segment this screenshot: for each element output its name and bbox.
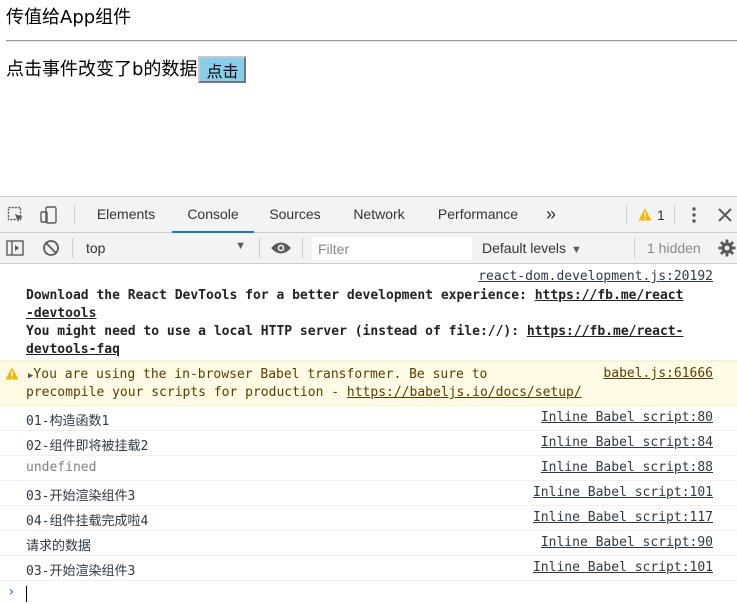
message-source-link[interactable]: Inline Babel script:88 (541, 460, 713, 475)
console-message: 04-组件挂载完成啦4 Inline Babel script:117 (0, 506, 737, 531)
devtools-tab-bar: Elements Console Sources Network Perform… (0, 197, 737, 233)
gear-icon[interactable] (717, 238, 737, 258)
close-icon[interactable] (714, 204, 736, 226)
log-levels-dropdown[interactable]: Default levels ▼ (482, 233, 582, 263)
console-message: 03-开始渲染组件3 Inline Babel script:101 (0, 481, 737, 506)
inspect-element-icon[interactable] (6, 205, 26, 225)
message-text-part: You are using the in-browser Babel trans… (33, 367, 488, 382)
message-text: Download the React DevTools for a better… (26, 287, 683, 359)
message-text: 03-开始渲染组件3 (26, 489, 136, 504)
horizontal-rule (6, 40, 737, 42)
console-messages: react-dom.development.js:20192 Download … (0, 265, 737, 604)
message-text: precompile your scripts for production -… (26, 384, 582, 402)
page-heading: 传值给App组件 (6, 7, 132, 28)
console-message: react-dom.development.js:20192 Download … (0, 265, 737, 361)
console-prompt[interactable]: › (0, 581, 737, 604)
text-caret (26, 586, 27, 602)
tab-separator (74, 205, 75, 225)
tab-elements[interactable]: Elements (86, 197, 166, 232)
message-source-link[interactable]: Inline Babel script:101 (533, 485, 713, 500)
console-message: 01-构造函数1 Inline Babel script:80 (0, 406, 737, 431)
context-selector[interactable]: top ▼ (80, 236, 252, 260)
context-value: top (86, 240, 106, 256)
message-text-part: Download the React DevTools for a better… (26, 288, 535, 303)
message-text: ▶You are using the in-browser Babel tran… (28, 366, 487, 385)
console-message: 02-组件即将被挂载2 Inline Babel script:84 (0, 431, 737, 456)
message-source-link[interactable]: Inline Babel script:117 (533, 510, 713, 525)
prompt-chevron-icon: › (7, 584, 16, 600)
console-toolbar: top ▼ Default levels ▼ 1 hidden (0, 233, 737, 264)
tab-separator (674, 205, 675, 225)
react-devtools-link[interactable]: https://fb.me/react (535, 288, 684, 303)
warning-icon (638, 208, 652, 221)
toolbar-separator (634, 238, 635, 258)
console-message: 03-开始渲染组件3 Inline Babel script:101 (0, 556, 737, 581)
message-text: undefined (26, 460, 97, 475)
toolbar-separator (259, 238, 260, 258)
log-levels-label: Default levels (482, 240, 567, 256)
warning-icon (5, 367, 19, 380)
message-text: 02-组件即将被挂载2 (26, 439, 149, 454)
console-message: 请求的数据 Inline Babel script:90 (0, 531, 737, 556)
warning-count: 1 (657, 206, 665, 223)
react-devtools-faq-link-cont[interactable]: devtools-faq (26, 342, 120, 357)
message-text: 01-构造函数1 (26, 414, 110, 429)
warnings-counter[interactable]: 1 (638, 197, 665, 232)
message-text-part: precompile your scripts for production - (26, 385, 347, 400)
console-warning-message: babel.js:61666 ▶You are using the in-bro… (0, 361, 737, 406)
babel-setup-link[interactable]: https://babeljs.io/docs/setup/ (347, 385, 582, 400)
message-source-link[interactable]: react-dom.development.js:20192 (478, 269, 713, 284)
eye-icon[interactable] (270, 238, 292, 258)
sidebar-toggle-icon[interactable] (5, 238, 25, 258)
react-devtools-link-cont[interactable]: -devtools (26, 306, 96, 321)
device-toolbar-icon[interactable] (38, 205, 60, 225)
message-text-part: You might need to use a local HTTP serve… (26, 324, 527, 339)
tab-sources[interactable]: Sources (260, 197, 330, 232)
tab-separator (626, 205, 627, 225)
filter-input[interactable] (312, 237, 472, 260)
content-text: 点击事件改变了b的数据 (6, 58, 198, 80)
more-tabs-button[interactable]: » (538, 197, 564, 232)
hidden-messages-count: 1 hidden (647, 240, 701, 256)
content-line: 点击事件改变了b的数据 点击 (6, 56, 247, 83)
message-text: 04-组件挂载完成啦4 (26, 514, 149, 529)
message-source-link[interactable]: babel.js:61666 (603, 366, 713, 381)
message-source-link[interactable]: Inline Babel script:101 (533, 560, 713, 575)
kebab-menu-icon[interactable] (684, 204, 704, 226)
tab-network[interactable]: Network (342, 197, 416, 232)
message-source-link[interactable]: Inline Babel script:80 (541, 410, 713, 425)
toolbar-separator (72, 238, 73, 258)
react-devtools-faq-link[interactable]: https://fb.me/react- (527, 324, 684, 339)
dropdown-arrow-icon: ▼ (235, 240, 246, 252)
devtools-panel: Elements Console Sources Network Perform… (0, 196, 737, 604)
console-message: undefined Inline Babel script:88 (0, 456, 737, 481)
page-content: 传值给App组件 点击事件改变了b的数据 点击 (0, 0, 737, 196)
click-button[interactable]: 点击 (198, 56, 247, 83)
toolbar-separator (302, 238, 303, 258)
clear-console-icon[interactable] (41, 238, 61, 258)
tab-performance[interactable]: Performance (430, 197, 526, 232)
message-text: 请求的数据 (26, 539, 92, 554)
message-text: 03-开始渲染组件3 (26, 564, 136, 579)
tab-console[interactable]: Console (172, 197, 254, 233)
dropdown-arrow-icon: ▼ (571, 244, 582, 256)
message-source-link[interactable]: Inline Babel script:84 (541, 435, 713, 450)
message-source-link[interactable]: Inline Babel script:90 (541, 535, 713, 550)
